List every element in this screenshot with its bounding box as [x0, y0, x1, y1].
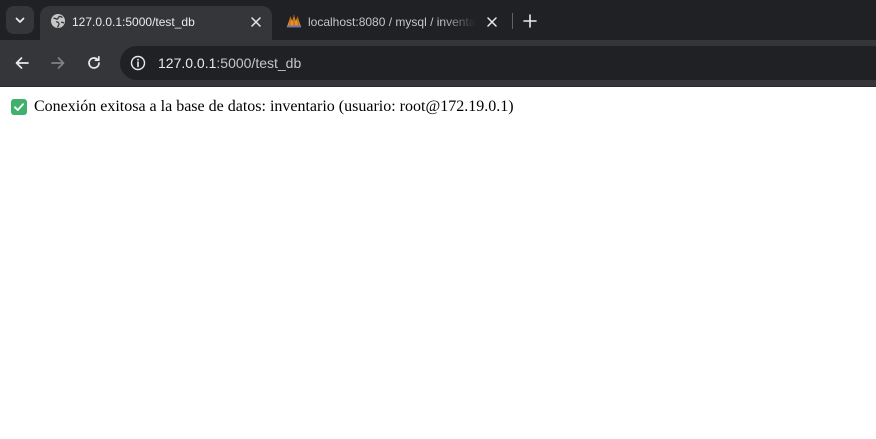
browser-window: 127.0.0.1:5000/test_db localhost:8080 / …	[0, 0, 876, 439]
connection-status: Conexión exitosa a la base de datos: inv…	[11, 98, 514, 116]
tab-phpmyadmin[interactable]: localhost:8080 / mysql / inventario	[276, 6, 508, 40]
tab-close-button[interactable]	[246, 12, 266, 32]
tab-close-button[interactable]	[482, 12, 502, 32]
tab-title: 127.0.0.1:5000/test_db	[72, 15, 195, 29]
close-icon	[251, 17, 261, 27]
new-tab-button[interactable]	[517, 8, 543, 34]
close-icon	[487, 17, 497, 27]
reload-button[interactable]	[80, 49, 108, 77]
forward-button[interactable]	[44, 49, 72, 77]
tab-title: localhost:8080 / mysql / inventario	[308, 15, 476, 29]
phpmyadmin-icon	[286, 13, 302, 29]
check-mark-icon	[11, 99, 27, 115]
tab-search-button[interactable]	[6, 6, 34, 34]
plus-icon	[523, 14, 537, 28]
url-path: :5000/test_db	[216, 55, 302, 71]
browser-toolbar: 127.0.0.1:5000/test_db	[0, 40, 876, 87]
info-icon	[130, 55, 146, 71]
arrow-right-icon	[51, 57, 65, 69]
tab-divider	[512, 13, 513, 29]
site-info-button[interactable]	[126, 51, 150, 75]
tab-strip: 127.0.0.1:5000/test_db localhost:8080 / …	[0, 0, 876, 40]
chevron-down-icon	[15, 17, 25, 23]
arrow-left-icon	[15, 57, 29, 69]
back-button[interactable]	[8, 49, 36, 77]
tab-test-db[interactable]: 127.0.0.1:5000/test_db	[40, 6, 272, 40]
reload-icon	[88, 55, 100, 69]
address-bar[interactable]: 127.0.0.1:5000/test_db	[120, 46, 876, 80]
globe-icon	[50, 13, 66, 29]
url-text: 127.0.0.1:5000/test_db	[158, 54, 301, 72]
page-content: Conexión exitosa a la base de datos: inv…	[0, 87, 876, 439]
url-host: 127.0.0.1	[158, 55, 217, 71]
status-message: Conexión exitosa a la base de datos: inv…	[34, 98, 514, 115]
